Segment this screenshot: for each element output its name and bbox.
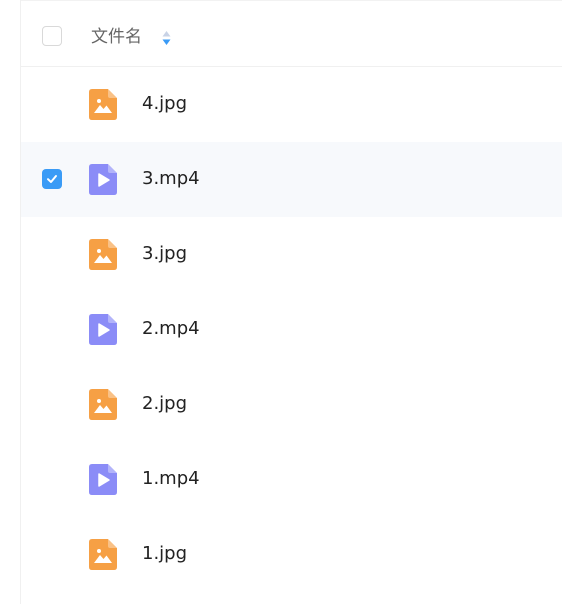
select-all-checkbox[interactable]: [42, 26, 62, 46]
file-list-header: 文件名: [21, 0, 562, 67]
file-row-1-mp4[interactable]: 1.mp4: [21, 442, 562, 517]
image-file-icon: [89, 239, 117, 270]
video-file-icon: [89, 164, 117, 195]
file-name[interactable]: 1.mp4: [142, 467, 200, 491]
file-row-1-jpg[interactable]: 1.jpg: [21, 517, 562, 592]
image-file-icon: [89, 89, 117, 120]
row-checkbox[interactable]: [42, 169, 62, 189]
file-name[interactable]: 2.mp4: [142, 317, 200, 341]
image-file-icon: [89, 389, 117, 420]
file-name[interactable]: 4.jpg: [142, 92, 187, 116]
image-file-icon: [89, 539, 117, 570]
file-name[interactable]: 1.jpg: [142, 542, 187, 566]
file-row-4-jpg[interactable]: 4.jpg: [21, 67, 562, 142]
file-name[interactable]: 2.jpg: [142, 392, 187, 416]
file-name[interactable]: 3.jpg: [142, 242, 187, 266]
left-gutter: [0, 0, 20, 604]
file-row-2-jpg[interactable]: 2.jpg: [21, 367, 562, 442]
video-file-icon: [89, 464, 117, 495]
checkmark-icon: [47, 175, 57, 183]
sort-icon[interactable]: [162, 30, 171, 46]
file-list: 文件名 4.jpg 3.mp4 3.jpg 2.mp4 2.jpg 1.mp4 …: [20, 0, 562, 604]
file-row-3-jpg[interactable]: 3.jpg: [21, 217, 562, 292]
file-name[interactable]: 3.mp4: [142, 167, 200, 191]
file-row-2-mp4[interactable]: 2.mp4: [21, 292, 562, 367]
column-header-filename[interactable]: 文件名: [91, 25, 142, 49]
video-file-icon: [89, 314, 117, 345]
file-list-page: 文件名 4.jpg 3.mp4 3.jpg 2.mp4 2.jpg 1.mp4 …: [0, 0, 562, 604]
file-row-3-mp4[interactable]: 3.mp4: [21, 142, 562, 217]
